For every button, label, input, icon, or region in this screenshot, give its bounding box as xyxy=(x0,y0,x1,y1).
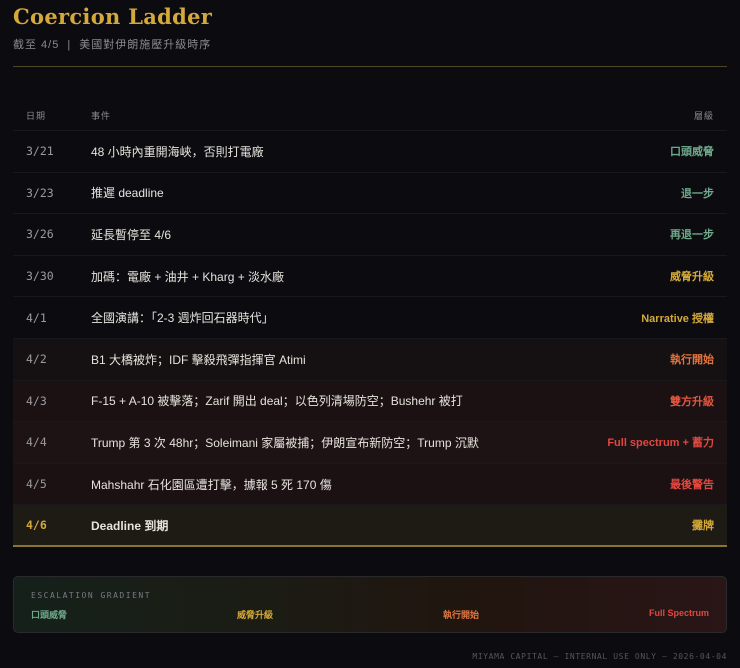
row-level: 攤牌 xyxy=(692,520,714,533)
row-date: 3/26 xyxy=(26,227,54,242)
row-event: 全國演講：「2-3 週炸回石器時代」 xyxy=(91,311,274,326)
row-event: 加碼：電廠 + 油井 + Kharg + 淡水廠 xyxy=(91,269,285,284)
row-date: 3/30 xyxy=(26,269,54,284)
row-level: Full spectrum + 蓄力 xyxy=(607,437,714,450)
row-date: 4/4 xyxy=(26,435,47,450)
table-row: 4/4 Trump 第 3 次 48hr；Soleimani 家屬被捕；伊朗宣布新… xyxy=(13,422,727,464)
table-row: 3/23 推遲 deadline 退一步 xyxy=(13,173,727,215)
separator: | xyxy=(67,39,72,51)
page-title: Coercion Ladder xyxy=(13,4,213,29)
column-event: 事件 xyxy=(91,110,112,121)
table-row: 3/26 延長暫停至 4/6 再退一步 xyxy=(13,214,727,256)
row-level: 雙方升級 xyxy=(670,395,714,408)
gradient-stop: Full Spectrum xyxy=(648,608,709,618)
row-level: 再退一步 xyxy=(670,229,714,242)
row-event: Mahshahr 石化園區遭打擊，據報 5 死 170 傷 xyxy=(91,477,332,492)
row-date: 4/2 xyxy=(26,352,47,367)
row-event: Deadline 到期 xyxy=(91,518,169,533)
column-level: 層級 xyxy=(693,110,714,121)
gradient-stop: 口頭威脅 xyxy=(31,610,68,620)
table-row: 4/6 Deadline 到期 攤牌 xyxy=(13,505,727,547)
column-date: 日期 xyxy=(26,111,47,122)
row-level: 最後警告 xyxy=(670,479,714,492)
divider xyxy=(13,66,727,67)
row-event: 48 小時內重開海峽，否則打電廠 xyxy=(91,144,264,159)
table-row: 4/5 Mahshahr 石化園區遭打擊，據報 5 死 170 傷 最後警告 xyxy=(13,463,727,506)
table-row: 4/1 全國演講：「2-3 週炸回石器時代」 Narrative 授權 xyxy=(13,297,727,339)
table-row: 4/3 F-15 + A-10 被擊落；Zarif 開出 deal；以色列清場防空… xyxy=(13,380,727,423)
row-level: 退一步 xyxy=(681,187,714,200)
row-date: 3/21 xyxy=(26,144,54,159)
footer: MIYAMA CAPITAL — INTERNAL USE ONLY — 202… xyxy=(472,652,727,661)
row-level: 執行開始 xyxy=(670,354,714,367)
row-level: Narrative 授權 xyxy=(641,312,714,325)
subtitle-text: 美國對伊朗施壓升級時序 xyxy=(79,39,212,51)
gradient-stop: 執行開始 xyxy=(442,610,479,620)
escalation-gradient: ESCALATION GRADIENT 口頭威脅 威脅升級 執行開始 Full Spe… xyxy=(13,576,727,633)
gradient-label: ESCALATION GRADIENT xyxy=(31,591,152,600)
row-level: 口頭威脅 xyxy=(670,146,714,159)
ladder-table: 日期 事件 層級 3/21 48 小時內重開海峽，否則打電廠 口頭威脅 3/23 推遲 … xyxy=(13,100,727,547)
subtitle: 截至 4/5 | 美國對伊朗施壓升級時序 xyxy=(13,36,211,52)
row-event: F-15 + A-10 被擊落；Zarif 開出 deal；以色列清場防空；Bu… xyxy=(91,394,463,409)
row-date: 4/5 xyxy=(26,477,47,492)
row-level: 威脅升級 xyxy=(670,271,714,284)
row-date: 4/1 xyxy=(26,310,47,325)
row-date: 4/6 xyxy=(26,518,47,533)
row-event: 延長暫停至 4/6 xyxy=(91,227,172,242)
gradient-stop: 威脅升級 xyxy=(236,610,273,620)
row-date: 3/23 xyxy=(26,185,54,200)
table-row: 3/21 48 小時內重開海峽，否則打電廠 口頭威脅 xyxy=(13,131,727,173)
row-event: B1 大橋被炸；IDF 擊殺飛彈指揮官 Atimi xyxy=(91,352,306,367)
table-row: 4/2 B1 大橋被炸；IDF 擊殺飛彈指揮官 Atimi 執行開始 xyxy=(13,338,727,381)
table-row: 3/30 加碼：電廠 + 油井 + Kharg + 淡水廠 威脅升級 xyxy=(13,256,727,298)
row-event: 推遲 deadline xyxy=(91,186,164,201)
row-event: Trump 第 3 次 48hr；Soleimani 家屬被捕；伊朗宣布新防空；… xyxy=(91,435,479,450)
table-header: 日期 事件 層級 xyxy=(13,100,727,131)
row-date: 4/3 xyxy=(26,393,47,408)
as-of-date: 截至 4/5 xyxy=(13,39,60,51)
